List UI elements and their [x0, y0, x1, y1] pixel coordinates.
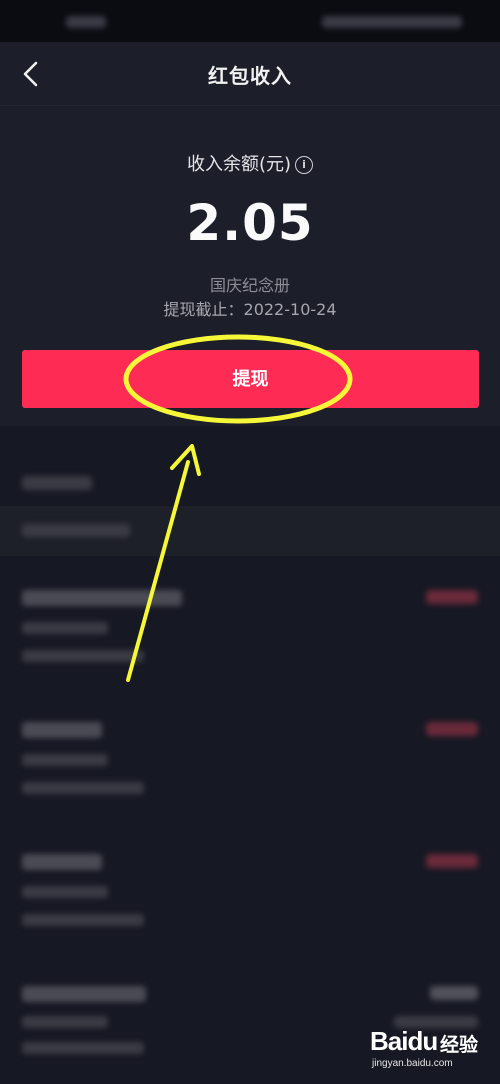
watermark-cn: 经验 — [440, 1034, 479, 1056]
balance-label: 收入余额(元) — [186, 154, 292, 175]
income-detail-section — [0, 426, 500, 1084]
list-item-time-blurred — [22, 782, 144, 794]
list-item-amount-blurred — [426, 722, 478, 736]
list-item-title-blurred — [22, 590, 182, 606]
info-icon[interactable]: i — [295, 156, 314, 174]
list-item-time-blurred — [22, 914, 144, 926]
withdraw-button[interactable]: 提现 — [22, 350, 479, 408]
month-filter-blurred — [22, 524, 130, 537]
list-item-time-blurred — [22, 1042, 144, 1054]
list-item-sub-blurred — [22, 754, 108, 766]
list-item[interactable] — [0, 708, 500, 828]
event-name: 国庆纪念册 — [209, 276, 290, 295]
list-item-sub-blurred — [22, 622, 108, 634]
list-item-title-blurred — [22, 854, 102, 870]
watermark-brand: Bai — [370, 1026, 408, 1056]
status-time-blurred — [66, 16, 106, 28]
balance-amount: 2.05 — [186, 194, 314, 252]
list-item-title-blurred — [22, 722, 102, 738]
status-icons-blurred — [322, 16, 462, 28]
list-item[interactable] — [0, 840, 500, 960]
watermark-url: jingyan.baidu.com — [372, 1058, 453, 1069]
deadline-date: 2022-10-24 — [243, 300, 337, 319]
list-item-amount-blurred — [426, 854, 478, 868]
status-bar — [0, 0, 500, 42]
list-item-sub-blurred — [22, 1016, 108, 1028]
list-item-title-blurred — [22, 986, 146, 1002]
list-item-amount-blurred — [430, 986, 478, 1000]
list-item[interactable] — [0, 576, 500, 696]
nav-header: 红包收入 — [0, 42, 500, 106]
list-item-time-blurred — [22, 650, 144, 662]
section-title-blurred — [22, 476, 92, 490]
paw-icon: du — [407, 1026, 438, 1056]
balance-summary-card: 收入余额(元) i 2.05 国庆纪念册 提现截止：2022-10-24 提现 — [0, 106, 500, 426]
page-title: 红包收入 — [208, 64, 292, 88]
deadline-label: 提现截止： — [163, 300, 244, 319]
balance-label-row: 收入余额(元) i — [0, 150, 500, 176]
list-item-amount-blurred — [426, 590, 478, 604]
month-filter-bar[interactable] — [0, 506, 500, 556]
list-item-sub-blurred — [22, 886, 108, 898]
baidu-jingyan-watermark: Baidu 经验 jingyan.baidu.com — [370, 1024, 486, 1074]
withdraw-deadline: 提现截止：2022-10-24 — [0, 296, 500, 320]
watermark-logo: Baidu — [370, 1026, 438, 1057]
